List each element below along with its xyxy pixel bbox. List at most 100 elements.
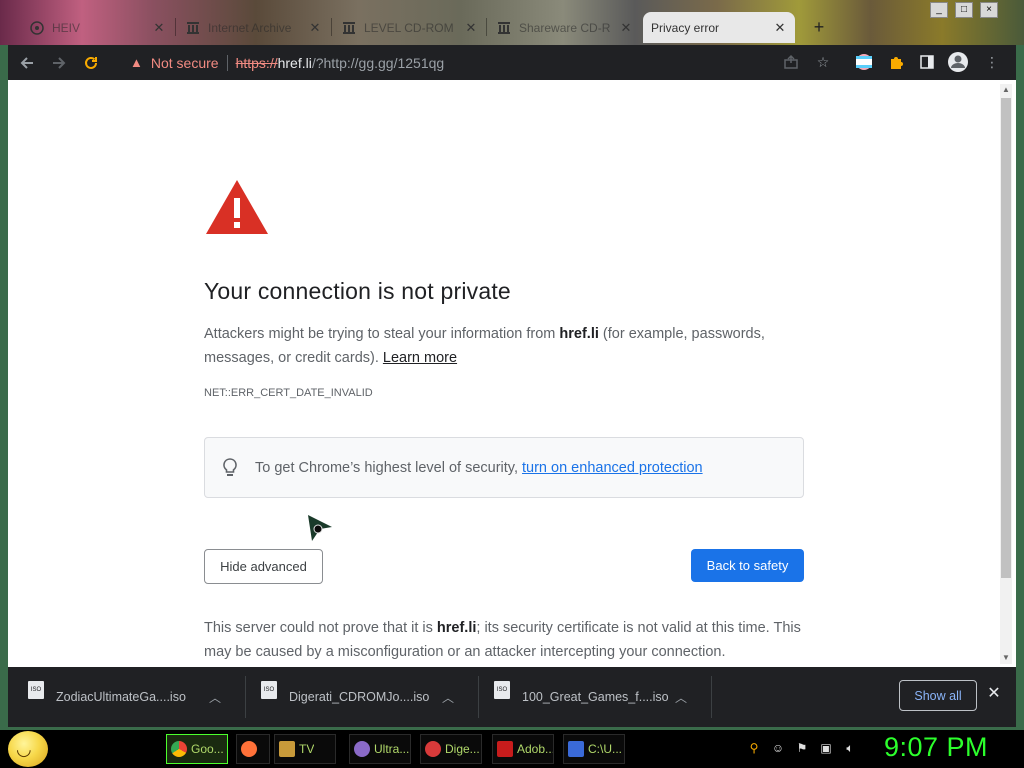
download-item[interactable]: ISO ZodiacUltimateGa....iso ︿	[8, 676, 241, 718]
taskbar-clock[interactable]: 9:07 PM	[884, 732, 988, 763]
volume-icon[interactable]: 🔈︎	[842, 740, 858, 756]
taskbar-label: C:\U...	[588, 742, 623, 756]
archive-icon	[497, 21, 511, 35]
profile-avatar-icon[interactable]	[947, 51, 969, 73]
side-panel-icon[interactable]	[916, 51, 938, 73]
taskbar-item-cmd[interactable]: C:\U...	[563, 734, 625, 764]
taskbar-item-tv[interactable]: TV	[274, 734, 336, 764]
security-status[interactable]: Not secure	[151, 55, 219, 71]
adobe-icon	[497, 741, 513, 757]
tab-heiv[interactable]: HEIV ✕	[22, 12, 174, 43]
iso-file-icon: ISO	[494, 681, 510, 699]
warning-triangle-icon[interactable]: ▲	[130, 55, 143, 70]
tab-internet-archive[interactable]: Internet Archive ✕	[178, 12, 330, 43]
url-path: /?http://gg.gg/1251qg	[311, 54, 445, 71]
back-button[interactable]	[14, 50, 40, 76]
interstitial-page: Your connection is not private Attackers…	[8, 80, 1016, 667]
download-item[interactable]: ISO 100_Great_Games_f....iso ︿	[474, 676, 707, 718]
tab-separator	[331, 18, 332, 36]
arrow-left-icon	[20, 56, 33, 69]
url-scheme: https://	[235, 54, 278, 71]
download-filename: 100_Great_Games_f....iso	[522, 690, 669, 704]
bookmark-star-icon[interactable]: ☆	[812, 51, 834, 73]
more-menu-icon[interactable]: ⋮	[981, 51, 1003, 73]
close-icon[interactable]: ✕	[152, 20, 166, 36]
mouse-cursor-icon	[308, 515, 332, 541]
close-icon[interactable]: ✕	[773, 20, 787, 36]
close-icon[interactable]: ✕	[464, 20, 478, 36]
address-bar[interactable]: ▲ Not secure https:// href.li /?http://g…	[120, 49, 850, 76]
back-to-safety-button[interactable]: Back to safety	[691, 549, 804, 582]
details-host: href.li	[436, 620, 477, 636]
taskbar-item-firefox[interactable]	[236, 734, 270, 764]
tab-shareware-cd[interactable]: Shareware CD-R ✕	[489, 12, 641, 43]
minimize-button[interactable]: _	[930, 2, 948, 18]
download-filename: Digerati_CDROMJo....iso	[289, 690, 430, 704]
disc-icon	[354, 741, 370, 757]
chevron-up-icon[interactable]: ︿	[205, 689, 225, 706]
tab-level-cd-rom[interactable]: LEVEL CD-ROM ✕	[334, 12, 486, 43]
download-filename: ZodiacUltimateGa....iso	[56, 690, 186, 704]
download-separator	[711, 676, 712, 718]
browser-window: HEIV ✕ Internet Archive ✕ LEVEL CD-ROM ✕…	[0, 0, 1024, 730]
tab-label: HEIV	[52, 20, 81, 35]
taskbar-label: Goo...	[191, 742, 224, 756]
learn-more-link[interactable]: Learn more	[383, 350, 457, 366]
taskbar-item-ultraiso[interactable]: Ultra...	[349, 734, 411, 764]
close-icon[interactable]: ✕	[619, 20, 633, 36]
enhanced-protection-box: To get Chrome’s highest level of securit…	[204, 437, 804, 498]
taskbar-item-adobe[interactable]: Adob...	[492, 734, 554, 764]
desc-prefix: Attackers might be trying to steal your …	[204, 326, 560, 342]
extensions-puzzle-icon[interactable]	[885, 51, 907, 73]
page-title: Your connection is not private	[204, 278, 511, 304]
url-host: href.li	[277, 54, 312, 71]
reload-icon	[85, 56, 97, 69]
lightbulb-icon	[223, 457, 237, 476]
start-button[interactable]: ◡	[8, 731, 48, 767]
tab-separator	[486, 18, 487, 36]
page-scrollbar[interactable]: ▲ ▼	[1000, 84, 1012, 664]
taskbar-label: TV	[299, 742, 315, 756]
smiley-icon: ◡	[16, 739, 32, 759]
taskbar-label: Dige...	[445, 742, 480, 756]
scroll-up-icon[interactable]: ▲	[1000, 84, 1012, 96]
reload-button[interactable]	[78, 50, 104, 76]
close-icon[interactable]: ✕	[308, 20, 322, 36]
folder-icon	[279, 741, 295, 757]
firefox-icon	[241, 741, 257, 757]
profile-extension-icon[interactable]	[853, 51, 875, 73]
chevron-up-icon[interactable]: ︿	[438, 689, 458, 706]
flag-icon[interactable]: ⚑	[794, 740, 810, 756]
taskbar-item-digerati[interactable]: Dige...	[420, 734, 482, 764]
close-icon[interactable]: ✕	[986, 684, 1002, 704]
taskbar-item-chrome[interactable]: Goo...	[166, 734, 228, 764]
forward-button[interactable]	[46, 50, 72, 76]
maximize-button[interactable]: □	[955, 2, 973, 18]
tab-label: Privacy error	[651, 20, 720, 35]
desc-host: href.li	[559, 326, 599, 342]
chevron-up-icon[interactable]: ︿	[671, 689, 691, 706]
downloads-bar: ISO ZodiacUltimateGa....iso ︿ ISO Digera…	[8, 667, 1016, 727]
share-icon[interactable]	[780, 51, 802, 73]
tab-separator	[175, 18, 176, 36]
taskbar: ◡ Goo... TV Ultra... Dige... Adob... C:\…	[0, 730, 1024, 768]
network-icon[interactable]: ▣	[818, 740, 834, 756]
enhanced-protection-link[interactable]: turn on enhanced protection	[522, 460, 703, 476]
computer-icon	[568, 741, 584, 757]
taskbar-label: Adob...	[517, 742, 553, 756]
tab-privacy-error[interactable]: Privacy error ✕	[643, 12, 795, 43]
browser-toolbar: ▲ Not secure https:// href.li /?http://g…	[8, 45, 1016, 80]
scroll-thumb[interactable]	[1001, 98, 1011, 578]
omnibox-divider	[226, 54, 228, 71]
show-all-downloads-button[interactable]: Show all	[899, 680, 977, 711]
messenger-icon[interactable]: ☺	[770, 740, 786, 756]
download-item[interactable]: ISO Digerati_CDROMJo....iso ︿	[241, 676, 474, 718]
page-description: Attackers might be trying to steal your …	[204, 322, 804, 370]
scroll-down-icon[interactable]: ▼	[1000, 652, 1012, 664]
hide-advanced-button[interactable]: Hide advanced	[204, 549, 323, 584]
new-tab-button[interactable]: +	[808, 16, 830, 38]
window-close-button[interactable]: ×	[980, 2, 998, 18]
warning-icon	[206, 180, 268, 234]
tab-label: Internet Archive	[208, 20, 292, 35]
search-icon[interactable]: ⚲	[746, 740, 762, 756]
